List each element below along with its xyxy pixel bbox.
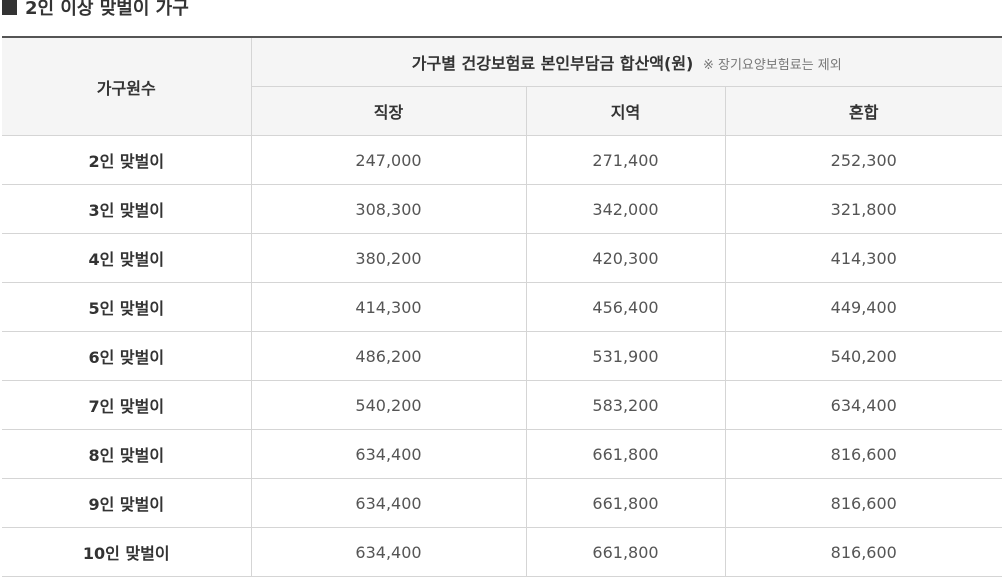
table-row: 7인 맞벌이 540,200 583,200 634,400 [2,380,1003,430]
table-row: 8인 맞벌이 634,400 661,800 816,600 [2,429,1003,479]
cell-regional: 456,400 [525,282,726,332]
cell-workplace: 634,400 [250,429,527,479]
column-header-workplace: 직장 [251,86,527,136]
row-label: 7인 맞벌이 [2,380,252,430]
cell-regional: 271,400 [525,135,726,185]
cell-regional: 661,800 [525,429,726,479]
cell-workplace: 540,200 [250,380,527,430]
cell-regional: 661,800 [525,478,726,528]
section-title: 2인 이상 맞벌이 가구 [2,0,189,20]
table-body: 2인 맞벌이 247,000 271,400 252,300 3인 맞벌이 30… [2,135,1003,577]
row-label: 5인 맞벌이 [2,282,252,332]
header-row-top: 가구원수 가구별 건강보험료 본인부담금 합산액(원) ※ 장기요양보험료는 제… [2,36,1003,136]
cell-mixed: 321,800 [724,184,1003,234]
cell-regional: 420,300 [525,233,726,283]
cell-workplace: 486,200 [250,331,527,381]
cell-mixed: 252,300 [724,135,1003,185]
group-header: 가구별 건강보험료 본인부담금 합산액(원) ※ 장기요양보험료는 제외 [250,36,1003,87]
table-row: 5인 맞벌이 414,300 456,400 449,400 [2,282,1003,332]
table-row: 9인 맞벌이 634,400 661,800 816,600 [2,478,1003,528]
cell-workplace: 308,300 [250,184,527,234]
household-size-header: 가구원수 [2,36,252,136]
group-header-note: ※ 장기요양보험료는 제외 [702,58,842,73]
cell-regional: 531,900 [525,331,726,381]
cell-mixed: 816,600 [724,527,1003,577]
cell-workplace: 414,300 [250,282,527,332]
column-header-regional: 지역 [525,86,726,136]
table-row: 10인 맞벌이 634,400 661,800 816,600 [2,527,1003,577]
row-label: 6인 맞벌이 [2,331,252,381]
table-row: 4인 맞벌이 380,200 420,300 414,300 [2,233,1003,283]
cell-regional: 583,200 [525,380,726,430]
square-bullet-icon [2,0,17,15]
row-label: 4인 맞벌이 [2,233,252,283]
row-label: 3인 맞벌이 [2,184,252,234]
cell-regional: 342,000 [525,184,726,234]
section-title-text: 2인 이상 맞벌이 가구 [25,0,189,19]
cell-regional: 661,800 [525,527,726,577]
cell-workplace: 247,000 [250,135,527,185]
cell-mixed: 816,600 [724,429,1003,479]
cell-workplace: 634,400 [250,478,527,528]
cell-mixed: 449,400 [724,282,1003,332]
table-row: 3인 맞벌이 308,300 342,000 321,800 [2,184,1003,234]
group-header-label: 가구별 건강보험료 본인부담금 합산액(원) [411,54,694,73]
table-header: 가구원수 가구별 건강보험료 본인부담금 합산액(원) ※ 장기요양보험료는 제… [2,36,1003,136]
cell-workplace: 380,200 [250,233,527,283]
cell-mixed: 634,400 [724,380,1003,430]
cell-mixed: 414,300 [724,233,1003,283]
row-label: 10인 맞벌이 [2,527,252,577]
row-label: 9인 맞벌이 [2,478,252,528]
cell-workplace: 634,400 [250,527,527,577]
table-row: 2인 맞벌이 247,000 271,400 252,300 [2,135,1003,185]
cell-mixed: 816,600 [724,478,1003,528]
column-header-mixed: 혼합 [724,86,1003,136]
row-label: 8인 맞벌이 [2,429,252,479]
table-row: 6인 맞벌이 486,200 531,900 540,200 [2,331,1003,381]
premium-table: 가구원수 가구별 건강보험료 본인부담금 합산액(원) ※ 장기요양보험료는 제… [2,36,1003,577]
cell-mixed: 540,200 [724,331,1003,381]
row-label: 2인 맞벌이 [2,135,252,185]
